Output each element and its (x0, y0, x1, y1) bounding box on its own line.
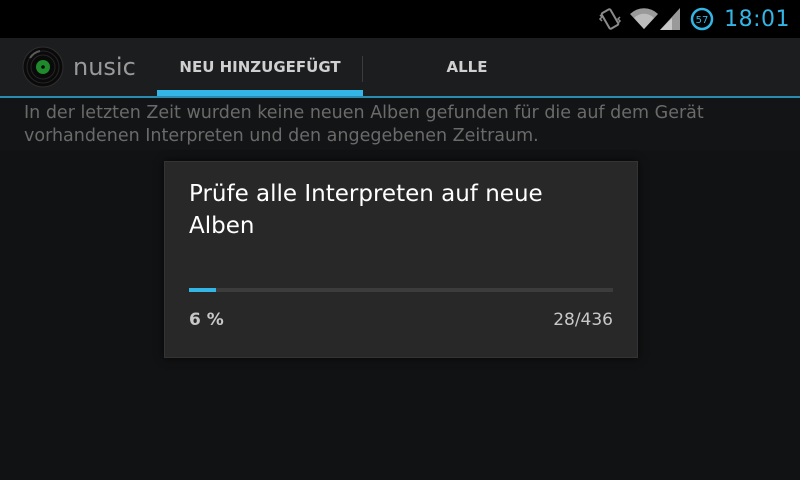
tab-new-added[interactable]: NEU HINZUGEFÜGT (157, 38, 363, 96)
signal-icon (660, 8, 681, 30)
progress-dialog: Prüfe alle Interpreten auf neue Alben 6 … (164, 161, 638, 358)
battery-icon: 57 (690, 7, 714, 31)
vibrate-icon (598, 6, 622, 32)
progress-bar-fill (189, 288, 217, 292)
tab-all[interactable]: ALLE (364, 38, 570, 96)
battery-level: 57 (696, 15, 709, 26)
status-bar: 57 18:01 (0, 0, 800, 38)
empty-state-message: In der letzten Zeit wurden keine neuen A… (24, 103, 704, 146)
screen: 57 18:01 nusic NEU HINZUGEFÜGT ALLE In d… (0, 0, 800, 480)
progress-percent: 6 % (189, 310, 224, 330)
status-icons: 57 18:01 (590, 0, 790, 38)
dialog-title: Prüfe alle Interpreten auf neue Alben (189, 181, 543, 239)
wifi-icon (630, 8, 659, 30)
progress-bar (189, 288, 613, 292)
app-title: nusic (73, 53, 136, 81)
clock: 18:01 (724, 6, 790, 32)
action-bar-underline (0, 96, 800, 98)
progress-count: 28/436 (553, 310, 613, 330)
vinyl-record-icon[interactable] (22, 46, 64, 88)
tab-divider (362, 56, 363, 82)
